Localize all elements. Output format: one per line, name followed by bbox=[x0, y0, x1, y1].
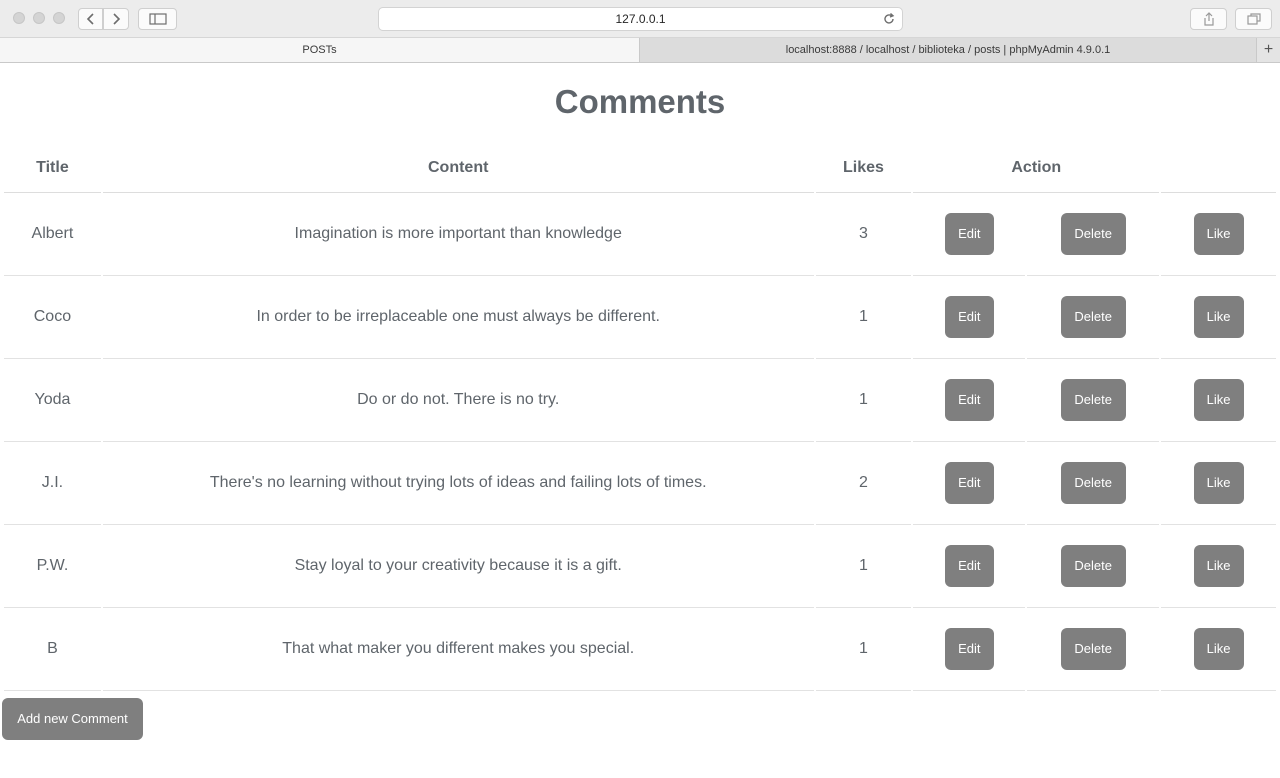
forward-button[interactable] bbox=[103, 8, 129, 30]
chevron-right-icon bbox=[113, 13, 121, 25]
delete-cell: Delete bbox=[1027, 442, 1160, 525]
share-icon bbox=[1203, 12, 1214, 26]
edit-button[interactable]: Edit bbox=[944, 628, 994, 670]
comment-likes: 1 bbox=[815, 359, 912, 442]
column-header-likes: Likes bbox=[815, 143, 912, 193]
page-title: Comments bbox=[554, 83, 726, 120]
table-row: J.I. There's no learning without trying … bbox=[4, 442, 1276, 525]
comment-likes: 2 bbox=[815, 442, 912, 525]
delete-cell: Delete bbox=[1027, 608, 1160, 691]
chevron-left-icon bbox=[86, 13, 94, 25]
like-cell: Like bbox=[1161, 525, 1276, 608]
like-button[interactable]: Like bbox=[1193, 628, 1244, 670]
comment-title: Albert bbox=[4, 193, 101, 276]
table-row: Coco In order to be irreplaceable one mu… bbox=[4, 276, 1276, 359]
comment-title: P.W. bbox=[4, 525, 101, 608]
share-button[interactable] bbox=[1190, 8, 1227, 30]
comment-content: Stay loyal to your creativity because it… bbox=[102, 525, 814, 608]
address-bar[interactable]: 127.0.0.1 bbox=[378, 7, 903, 31]
like-cell: Like bbox=[1161, 193, 1276, 276]
tab-phpmyadmin[interactable]: localhost:8888 / localhost / biblioteka … bbox=[639, 38, 1256, 62]
table-row: Yoda Do or do not. There is no try. 1 Ed… bbox=[4, 359, 1276, 442]
comment-title: Yoda bbox=[4, 359, 101, 442]
table-header-row: Title Content Likes Action bbox=[4, 143, 1276, 193]
close-window-icon[interactable] bbox=[13, 12, 25, 24]
comment-title: Coco bbox=[4, 276, 101, 359]
like-cell: Like bbox=[1161, 442, 1276, 525]
delete-cell: Delete bbox=[1027, 359, 1160, 442]
address-text: 127.0.0.1 bbox=[615, 12, 666, 26]
comment-content: Do or do not. There is no try. bbox=[102, 359, 814, 442]
comment-likes: 1 bbox=[815, 608, 912, 691]
delete-cell: Delete bbox=[1027, 525, 1160, 608]
edit-cell: Edit bbox=[913, 608, 1026, 691]
edit-button[interactable]: Edit bbox=[944, 462, 994, 504]
comment-content: Imagination is more important than knowl… bbox=[102, 193, 814, 276]
page-content: Comments Title Content Likes Action Albe… bbox=[0, 63, 1280, 778]
minimize-window-icon[interactable] bbox=[33, 12, 45, 24]
back-button[interactable] bbox=[78, 8, 103, 30]
plus-icon: + bbox=[1263, 41, 1274, 58]
like-button[interactable]: Like bbox=[1193, 462, 1244, 504]
add-new-comment-button[interactable]: Add new Comment bbox=[2, 698, 143, 740]
table-row: P.W. Stay loyal to your creativity becau… bbox=[4, 525, 1276, 608]
edit-cell: Edit bbox=[913, 359, 1026, 442]
sidebar-toggle-button[interactable] bbox=[138, 8, 177, 30]
edit-button[interactable]: Edit bbox=[944, 213, 994, 255]
comments-table: Title Content Likes Action Albert Imagin… bbox=[2, 143, 1278, 691]
like-button[interactable]: Like bbox=[1193, 545, 1244, 587]
column-header-content: Content bbox=[102, 143, 814, 193]
like-button[interactable]: Like bbox=[1193, 379, 1244, 421]
delete-button[interactable]: Delete bbox=[1060, 545, 1126, 587]
column-header-action: Action bbox=[913, 143, 1160, 193]
like-button[interactable]: Like bbox=[1193, 296, 1244, 338]
table-row: Albert Imagination is more important tha… bbox=[4, 193, 1276, 276]
like-cell: Like bbox=[1161, 359, 1276, 442]
comment-likes: 1 bbox=[815, 525, 912, 608]
table-row: B That what maker you different makes yo… bbox=[4, 608, 1276, 691]
like-button[interactable]: Like bbox=[1193, 213, 1244, 255]
new-tab-button[interactable]: + bbox=[1256, 38, 1280, 62]
edit-cell: Edit bbox=[913, 193, 1026, 276]
delete-cell: Delete bbox=[1027, 193, 1160, 276]
tabs-overview-icon bbox=[1246, 13, 1261, 25]
comment-title: J.I. bbox=[4, 442, 101, 525]
comment-likes: 3 bbox=[815, 193, 912, 276]
delete-button[interactable]: Delete bbox=[1060, 462, 1126, 504]
tab-bar: POSTs localhost:8888 / localhost / bibli… bbox=[0, 38, 1280, 63]
edit-button[interactable]: Edit bbox=[944, 379, 994, 421]
edit-cell: Edit bbox=[913, 525, 1026, 608]
delete-button[interactable]: Delete bbox=[1060, 379, 1126, 421]
edit-button[interactable]: Edit bbox=[944, 296, 994, 338]
delete-button[interactable]: Delete bbox=[1060, 213, 1126, 255]
sidebar-icon bbox=[148, 13, 167, 25]
comment-content: That what maker you different makes you … bbox=[102, 608, 814, 691]
edit-cell: Edit bbox=[913, 276, 1026, 359]
delete-button[interactable]: Delete bbox=[1060, 296, 1126, 338]
comment-content: In order to be irreplaceable one must al… bbox=[102, 276, 814, 359]
column-header-empty bbox=[1161, 143, 1276, 193]
comment-content: There's no learning without trying lots … bbox=[102, 442, 814, 525]
browser-toolbar: 127.0.0.1 bbox=[0, 0, 1280, 38]
tab-label: localhost:8888 / localhost / biblioteka … bbox=[785, 44, 1111, 56]
zoom-window-icon[interactable] bbox=[53, 12, 65, 24]
edit-button[interactable]: Edit bbox=[944, 545, 994, 587]
column-header-title: Title bbox=[4, 143, 101, 193]
tab-posts[interactable]: POSTs bbox=[0, 38, 639, 62]
tab-label: POSTs bbox=[302, 44, 337, 56]
reload-icon[interactable] bbox=[882, 12, 896, 26]
comment-title: B bbox=[4, 608, 101, 691]
tabs-overview-button[interactable] bbox=[1235, 8, 1272, 30]
edit-cell: Edit bbox=[913, 442, 1026, 525]
delete-cell: Delete bbox=[1027, 276, 1160, 359]
like-cell: Like bbox=[1161, 608, 1276, 691]
delete-button[interactable]: Delete bbox=[1060, 628, 1126, 670]
comment-likes: 1 bbox=[815, 276, 912, 359]
like-cell: Like bbox=[1161, 276, 1276, 359]
